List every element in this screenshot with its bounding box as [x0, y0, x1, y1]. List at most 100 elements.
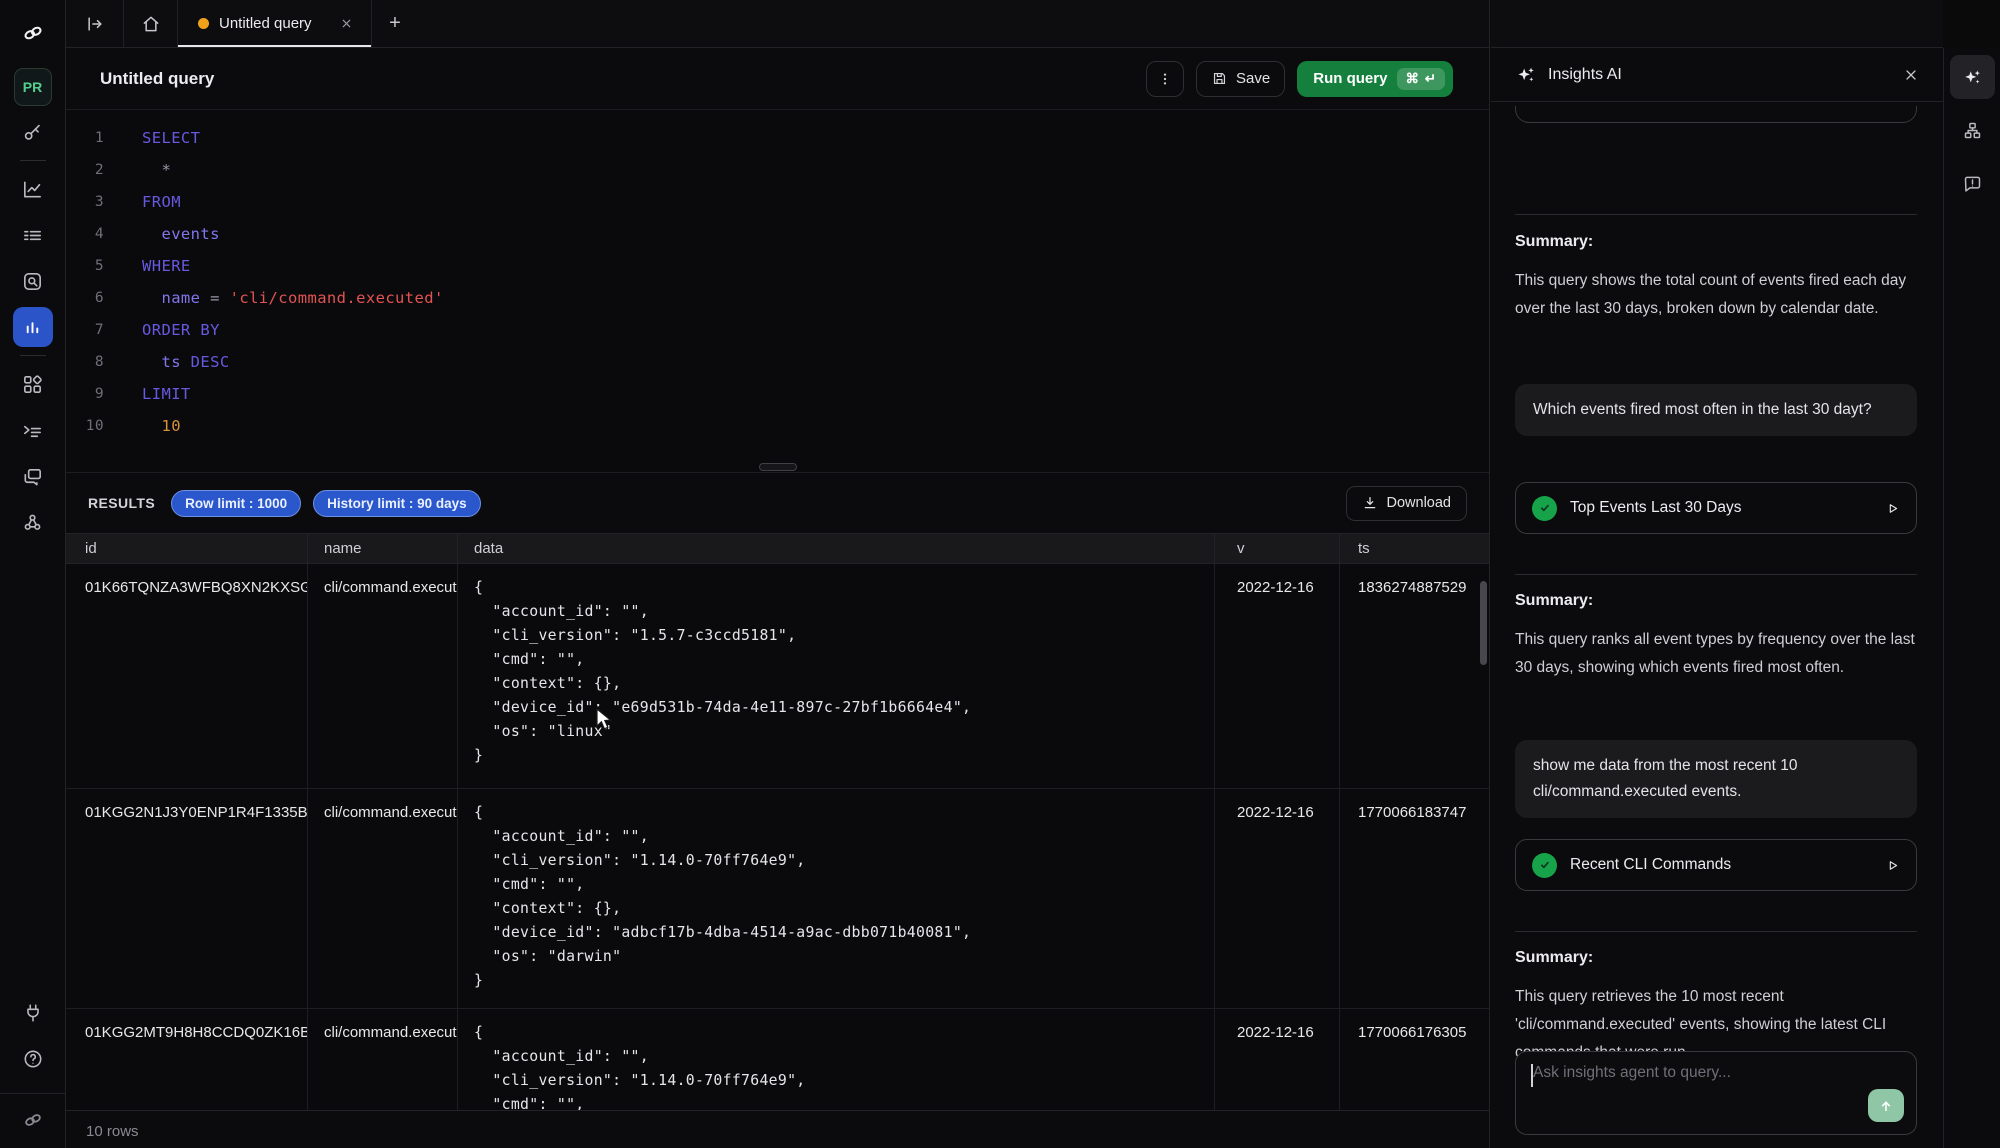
column-header-id[interactable]: id [66, 534, 308, 563]
card-label: Recent CLI Commands [1570, 856, 1872, 874]
summary-text: This query shows the total count of even… [1515, 267, 1917, 323]
insights-ai-rail-icon[interactable] [1950, 55, 1995, 99]
apps-icon[interactable] [13, 364, 53, 404]
sidebar-bottom-group [0, 993, 65, 1148]
insights-title: Insights AI [1548, 66, 1622, 84]
chat-icon[interactable] [13, 456, 53, 496]
new-tab-button[interactable]: + [372, 0, 418, 47]
line-number: 10 [66, 410, 114, 442]
cell-data: { "account_id": "", "cli_version": "1.14… [458, 789, 1215, 1008]
suggested-query-card[interactable]: Top Events Last 30 Days [1515, 482, 1917, 534]
cell-v: 2022-12-16 [1215, 564, 1340, 788]
app-logo-icon [18, 20, 48, 46]
history-limit-badge[interactable]: History limit : 90 days [313, 490, 481, 517]
table-row[interactable]: 01K66TQNZA3WFBQ8XN2KXSG4CJ cli/command.e… [66, 564, 1489, 789]
download-label: Download [1387, 495, 1452, 511]
row-limit-badge[interactable]: Row limit : 1000 [171, 490, 301, 517]
cell-data: { "account_id": "", "cli_version": "1.14… [458, 1009, 1215, 1110]
insights-conversation: Summary: This query shows the total coun… [1491, 102, 1943, 1148]
user-message-bubble: show me data from the most recent 10 cli… [1515, 740, 1917, 818]
sidebar-divider [0, 1093, 65, 1094]
save-label: Save [1236, 70, 1270, 87]
play-icon[interactable] [1885, 501, 1900, 516]
panel-top-strip [1491, 0, 1943, 48]
divider [1515, 574, 1917, 575]
run-query-button[interactable]: Run query ⌘ ↵ [1297, 61, 1453, 97]
cell-data: { "account_id": "", "cli_version": "1.5.… [458, 564, 1215, 788]
editor-line: 2 * [66, 154, 1489, 186]
splitter-handle[interactable] [759, 463, 797, 471]
tab-label: Untitled query [219, 15, 326, 32]
cell-name: cli/command.executed [308, 564, 458, 788]
explore-data-icon[interactable] [13, 261, 53, 301]
tab-untitled-query[interactable]: Untitled query [178, 0, 372, 47]
send-button[interactable] [1868, 1089, 1904, 1122]
collapse-sidebar-icon[interactable] [66, 0, 124, 47]
cell-v: 2022-12-16 [1215, 789, 1340, 1008]
trends-icon[interactable] [13, 169, 53, 209]
query-builder-icon[interactable] [13, 307, 53, 347]
suggested-query-card[interactable]: Recent CLI Commands [1515, 839, 1917, 891]
table-scrollbar-thumb[interactable] [1480, 581, 1487, 665]
unsaved-dot-icon [198, 18, 209, 29]
table-row[interactable]: 01KGG2MT9H8H8CCDQ0ZK16BEPP cli/command.e… [66, 1009, 1489, 1110]
cell-id: 01KGG2MT9H8H8CCDQ0ZK16BEPP [66, 1009, 308, 1110]
results-section: RESULTS Row limit : 1000 History limit :… [66, 472, 1489, 1148]
line-number: 8 [66, 346, 114, 378]
agent-query-input[interactable] [1533, 1064, 1856, 1082]
right-icon-rail [1943, 48, 2000, 1148]
editor-line: 3FROM [66, 186, 1489, 218]
pane-splitter [66, 462, 1489, 472]
app-window: PR [0, 0, 2000, 1148]
header-actions: Save Run query ⌘ ↵ [1146, 61, 1453, 97]
sidebar-divider [20, 160, 46, 161]
column-header-v[interactable]: v [1215, 534, 1340, 563]
table-header-row: id name data v ts [66, 533, 1489, 564]
column-header-ts[interactable]: ts [1340, 534, 1489, 563]
line-number: 5 [66, 250, 114, 282]
download-button[interactable]: Download [1346, 486, 1468, 521]
tab-close-icon[interactable] [336, 15, 357, 32]
play-icon[interactable] [1885, 858, 1900, 873]
api-keys-icon[interactable] [13, 112, 53, 152]
workflow-icon[interactable] [13, 502, 53, 542]
results-toolbar: RESULTS Row limit : 1000 History limit :… [66, 473, 1489, 533]
cell-ts: 1770066183747 [1340, 789, 1489, 1008]
sidebar-divider [20, 355, 46, 356]
cell-name: cli/command.executed [308, 1009, 458, 1110]
insights-header: Insights AI [1491, 48, 1943, 102]
agent-input-box[interactable] [1515, 1051, 1917, 1135]
arrow-up-icon [1878, 1098, 1894, 1114]
editor-line: 8 ts DESC [66, 346, 1489, 378]
cell-ts: 1836274887529 [1340, 564, 1489, 788]
more-options-button[interactable] [1146, 61, 1184, 97]
query-header: Untitled query Save Run query ⌘ ↵ [66, 48, 1489, 110]
column-header-name[interactable]: name [308, 534, 458, 563]
terminal-icon[interactable] [13, 410, 53, 450]
summary-label: Summary: [1515, 592, 1593, 610]
sparkles-icon [1515, 64, 1537, 86]
card-label: Top Events Last 30 Days [1570, 499, 1872, 517]
event-list-icon[interactable] [13, 215, 53, 255]
save-button[interactable]: Save [1196, 61, 1285, 97]
cell-id: 01K66TQNZA3WFBQ8XN2KXSG4CJ [66, 564, 308, 788]
footer-logo-icon [13, 1100, 53, 1140]
left-sidebar: PR [0, 0, 66, 1148]
sql-editor[interactable]: 1SELECT 2 * 3FROM 4 events 5WHERE 6 name… [66, 110, 1489, 462]
cell-v: 2022-12-16 [1215, 1009, 1340, 1110]
line-number: 2 [66, 154, 114, 186]
check-icon [1532, 496, 1557, 521]
line-number: 3 [66, 186, 114, 218]
workspace-badge[interactable]: PR [14, 68, 52, 106]
home-icon[interactable] [124, 0, 178, 47]
feedback-rail-icon[interactable] [1950, 161, 1995, 205]
close-panel-icon[interactable] [1903, 67, 1919, 83]
column-header-data[interactable]: data [458, 534, 1215, 563]
integrations-plug-icon[interactable] [13, 993, 53, 1033]
table-row[interactable]: 01KGG2N1J3Y0ENP1R4F1335BNH cli/command.e… [66, 789, 1489, 1009]
results-table: id name data v ts 01K66TQNZA3WFBQ8XN2KXS… [66, 533, 1489, 1110]
line-number: 1 [66, 122, 114, 154]
schema-tree-rail-icon[interactable] [1950, 108, 1995, 152]
insights-panel: Insights AI Summary: This query shows th… [1491, 0, 1943, 1148]
help-icon[interactable] [13, 1039, 53, 1079]
